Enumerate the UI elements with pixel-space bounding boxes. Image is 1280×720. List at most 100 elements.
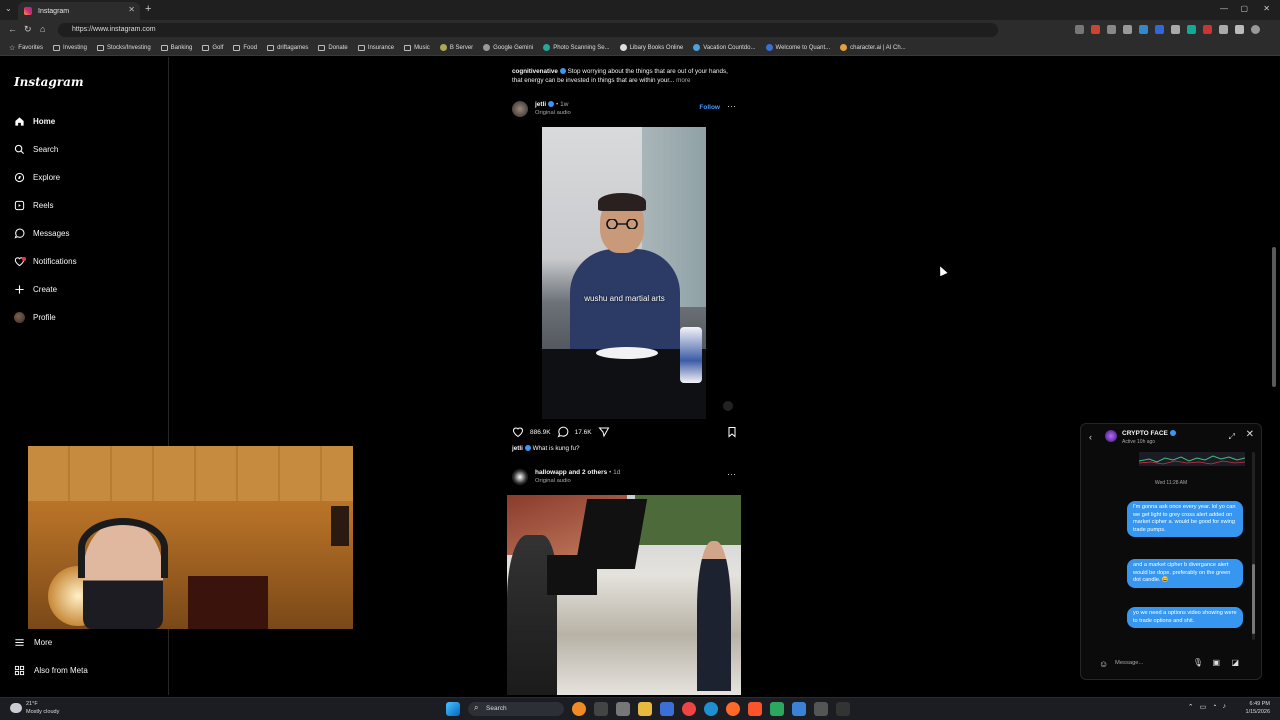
post-audio[interactable]: Original audio [535,478,571,484]
message-bubble[interactable]: and a market cipher b divergance alert w… [1127,559,1243,588]
sidebar-item-notifications[interactable]: Notifications [14,252,77,270]
avatar[interactable] [512,101,528,117]
extension-icon[interactable] [1187,25,1196,34]
sidebar-item-search[interactable]: Search [14,140,58,158]
app-icon[interactable] [770,702,784,716]
window-close-icon[interactable]: ✕ [1263,4,1270,13]
bookmark-item[interactable]: Google Gemini [478,44,538,51]
mute-icon[interactable] [723,401,733,411]
post-image[interactable] [507,495,741,695]
reload-icon[interactable]: ↻ [24,24,32,35]
extension-icon[interactable] [1171,25,1180,34]
network-icon[interactable]: ◔ [1212,703,1216,711]
comment-icon[interactable] [557,426,569,438]
bookmark-item[interactable]: Stocks/Investing [92,44,156,51]
close-icon[interactable]: ✕ [1246,429,1254,440]
bookmark-item[interactable]: Investing [48,44,92,51]
bookmark-item[interactable]: Donate [313,44,352,51]
edge-icon[interactable] [704,702,718,716]
post-audio[interactable]: Original audio [535,110,571,116]
sidebar-item-messages[interactable]: Messages [14,224,69,242]
message-bubble[interactable]: I'm gonna ask once every year. lol yo ca… [1127,501,1243,538]
more-options-icon[interactable]: ··· [727,101,736,111]
extension-icon[interactable] [1203,25,1212,34]
home-browser-icon[interactable]: ⌂ [40,24,45,34]
clock-time[interactable]: 6:49 PM [1250,701,1270,707]
bookmark-icon[interactable] [726,426,738,438]
brave-icon[interactable] [748,702,762,716]
message-input[interactable]: Message... [1115,660,1143,666]
tab-actions-icon[interactable]: ⌄ [5,4,12,13]
bookmark-item[interactable]: driftagames [262,44,313,51]
weather-description[interactable]: Mostly cloudy [26,709,59,715]
caption-username[interactable]: jetli [512,445,523,452]
more-options-icon[interactable]: ··· [727,469,736,479]
chrome-icon[interactable] [682,702,696,716]
bookmark-item[interactable]: Welcome to Quant... [761,44,836,51]
emoji-icon[interactable]: ☺ [1099,659,1108,669]
avatar[interactable] [512,469,528,485]
sidebar-item-more[interactable]: More [14,634,52,650]
sidebar-item-reels[interactable]: Reels [14,196,53,214]
follow-button[interactable]: Follow [699,104,720,111]
chat-contact-name[interactable]: CRYPTO FACE [1122,430,1176,437]
like-count[interactable]: 886.9K [530,429,551,436]
extension-icon[interactable] [1235,25,1244,34]
taskbar-search[interactable]: Search [468,701,564,716]
tab-close-icon[interactable]: ✕ [128,5,135,14]
minimize-icon[interactable]: — [1220,4,1228,13]
app-icon[interactable] [572,702,586,716]
windows-start-icon[interactable] [446,702,460,716]
sidebar-item-create[interactable]: Create [14,280,57,298]
clock-date[interactable]: 1/15/2026 [1246,709,1270,715]
extension-icon[interactable] [1075,25,1084,34]
bookmark-item[interactable]: Insurance [353,44,399,51]
bookmark-item[interactable]: Music [399,44,435,51]
sidebar-item-profile[interactable]: Profile [14,308,56,326]
sidebar-item-home[interactable]: Home [14,112,55,130]
battery-icon[interactable]: ▭ [1200,703,1207,711]
microphone-icon[interactable]: 🎙 [1193,658,1203,667]
weather-temp[interactable]: 21°F [26,701,38,707]
page-scrollbar[interactable] [1272,247,1276,387]
bookmark-item[interactable]: Food [228,44,262,51]
weather-cloud-icon[interactable] [10,703,22,713]
app-icon[interactable] [836,702,850,716]
chevron-up-icon[interactable]: ⌃ [1188,703,1194,711]
bookmark-item[interactable]: Banking [156,44,198,51]
bookmark-item[interactable]: Libary Books Online [615,44,689,51]
firefox-icon[interactable] [726,702,740,716]
message-bubble[interactable]: yo we need a options video showing were … [1127,607,1243,629]
tab-instagram[interactable]: Instagram ✕ [18,2,140,20]
bookmark-item[interactable]: character.ai | AI Ch... [835,44,911,51]
comment-count[interactable]: 17.6K [575,429,592,436]
chat-scrollbar-thumb[interactable] [1252,564,1255,634]
extension-icon[interactable] [1155,25,1164,34]
file-explorer-icon[interactable] [638,702,652,716]
heart-icon[interactable] [512,426,524,438]
post-username[interactable]: jetli • 1w [535,101,568,108]
bookmark-item[interactable]: Golf [197,44,228,51]
chevron-left-icon[interactable]: ‹ [1089,432,1092,442]
post-username[interactable]: hallowapp and 2 others • 1d [535,469,620,476]
task-view-icon[interactable] [594,702,608,716]
extension-icon[interactable] [1107,25,1116,34]
sticker-icon[interactable]: ◪ [1231,658,1239,667]
instagram-logo[interactable]: Instagram [14,75,84,89]
bookmark-item[interactable]: Photo Scanning Se... [538,44,614,51]
shared-image[interactable] [1139,452,1245,466]
caption-more-link[interactable]: more [676,77,690,84]
reel-video[interactable]: wushu and martial arts [508,127,741,419]
bookmark-item[interactable]: Vacation Countdo... [688,44,760,51]
volume-icon[interactable]: ♪ [1223,703,1227,711]
url-field[interactable]: https://www.instagram.com [58,23,998,37]
extension-icon[interactable] [1091,25,1100,34]
avatar[interactable] [1105,430,1117,442]
maximize-icon[interactable]: ▢ [1240,4,1248,13]
new-tab-button[interactable]: + [145,3,151,15]
app-icon[interactable] [814,702,828,716]
app-icon[interactable] [792,702,806,716]
app-icon[interactable] [660,702,674,716]
share-icon[interactable] [598,426,610,438]
profile-avatar-icon[interactable] [1251,25,1260,34]
